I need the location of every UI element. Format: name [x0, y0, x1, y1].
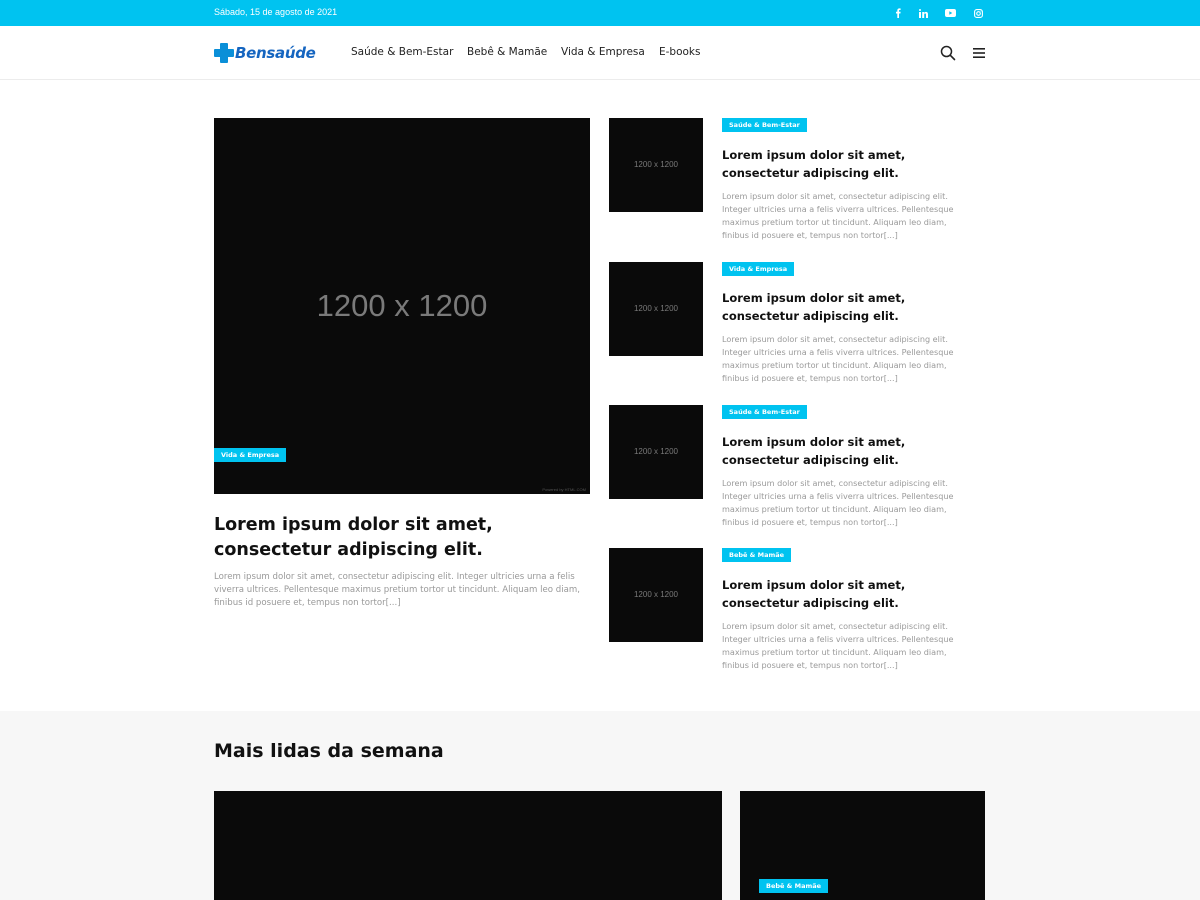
facebook-icon — [895, 8, 901, 18]
image-size-label: 1200 x 1200 — [633, 160, 679, 169]
featured-excerpt: Lorem ipsum dolor sit amet, consectetur … — [214, 572, 580, 608]
category-badge[interactable]: Vida & Empresa — [214, 448, 287, 462]
category-badge[interactable]: Bebê & Mamãe — [722, 548, 792, 562]
nav-vida-empresa[interactable]: Vida & Empresa — [561, 46, 645, 58]
current-date: Sábado, 15 de agosto de 2021 — [214, 7, 338, 17]
top-bar: Sábado, 15 de agosto de 2021 — [0, 0, 1200, 26]
nav-saude-bem-estar[interactable]: Saúde & Bem-Estar — [351, 46, 453, 58]
post-thumbnail[interactable]: 1200 x 1200 — [609, 118, 703, 212]
nav-ebooks[interactable]: E-books — [659, 46, 701, 58]
image-credit: Powered by HTML.COM — [542, 487, 586, 492]
category-badge[interactable]: Vida & Empresa — [722, 262, 795, 276]
youtube-link[interactable] — [942, 5, 958, 21]
site-logo[interactable]: Bensaúde — [214, 42, 316, 64]
post-title[interactable]: Lorem ipsum dolor sit amet, consectetur … — [722, 433, 986, 469]
post-excerpt: Lorem ipsum dolor sit amet, consectetur … — [722, 334, 954, 383]
image-size-label: 1200 x 1200 — [633, 447, 679, 456]
image-size-label: 1200 x 1200 — [633, 304, 679, 313]
hamburger-menu-icon[interactable] — [971, 45, 987, 61]
featured-image[interactable]: 1200 x 1200 Powered by HTML.COM — [214, 118, 590, 494]
post-title[interactable]: Lorem ipsum dolor sit amet, consectetur … — [722, 146, 986, 182]
section-heading: Mais lidas da semana — [214, 740, 444, 762]
linkedin-link[interactable] — [915, 5, 931, 21]
nav-bebe-mamae[interactable]: Bebê & Mamãe — [467, 46, 547, 58]
most-read-card-image[interactable] — [214, 791, 722, 900]
featured-title[interactable]: Lorem ipsum dolor sit amet, consectetur … — [214, 513, 594, 563]
post-title[interactable]: Lorem ipsum dolor sit amet, consectetur … — [722, 289, 986, 325]
linkedin-icon — [918, 8, 928, 18]
site-header: Bensaúde Saúde & Bem-Estar Bebê & Mamãe … — [0, 26, 1200, 80]
category-badge[interactable]: Saúde & Bem-Estar — [722, 405, 807, 419]
category-badge[interactable]: Saúde & Bem-Estar — [722, 118, 807, 132]
post-thumbnail[interactable]: 1200 x 1200 — [609, 262, 703, 356]
instagram-link[interactable] — [970, 5, 986, 21]
post-excerpt: Lorem ipsum dolor sit amet, consectetur … — [722, 478, 954, 527]
post-excerpt: Lorem ipsum dolor sit amet, consectetur … — [722, 191, 954, 240]
post-excerpt: Lorem ipsum dolor sit amet, consectetur … — [722, 621, 954, 670]
category-badge[interactable]: Bebê & Mamãe — [759, 879, 829, 893]
post-thumbnail[interactable]: 1200 x 1200 — [609, 405, 703, 499]
post-thumbnail[interactable]: 1200 x 1200 — [609, 548, 703, 642]
image-size-label: 1200 x 1200 — [633, 590, 679, 599]
post-title[interactable]: Lorem ipsum dolor sit amet, consectetur … — [722, 576, 986, 612]
logo-text: Bensaúde — [235, 44, 316, 62]
facebook-link[interactable] — [890, 5, 906, 21]
image-size-label: 1200 x 1200 — [316, 288, 488, 323]
instagram-icon — [973, 8, 983, 18]
search-icon[interactable] — [940, 45, 956, 61]
logo-cross-icon — [214, 43, 234, 63]
youtube-icon — [944, 9, 956, 17]
